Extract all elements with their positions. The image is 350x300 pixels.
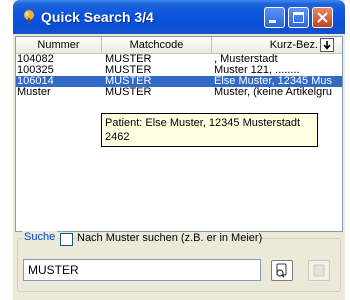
tree-icon bbox=[24, 10, 34, 24]
title-bar[interactable]: Quick Search 3/4 bbox=[13, 0, 345, 34]
cell-nummer: 106014 bbox=[17, 76, 54, 87]
minimize-icon bbox=[269, 20, 276, 23]
cell-matchcode: MUSTER bbox=[105, 65, 152, 76]
search-group: Suche Nach Muster suchen (z.B. er in Mei… bbox=[17, 231, 341, 292]
tooltip-line-2: 2462 bbox=[105, 131, 130, 143]
ok-icon bbox=[313, 264, 325, 277]
sort-button[interactable] bbox=[320, 38, 334, 52]
pattern-search-label[interactable]: Nach Muster suchen (z.B. er in Meier) bbox=[77, 232, 263, 244]
cell-kurzbez: , Musterstadt bbox=[214, 54, 278, 65]
quick-search-window: Quick Search 3/4 Nummer Matchcode Kurz-B… bbox=[13, 0, 345, 300]
search-binoculars-icon bbox=[276, 263, 287, 278]
list-row-2-selected[interactable]: 106014 MUSTER Else Muster, 12345 Mus bbox=[16, 76, 342, 87]
close-icon bbox=[317, 12, 328, 23]
tooltip-line-1: Patient: Else Muster, 12345 Musterstadt bbox=[105, 117, 301, 129]
cell-kurzbez: Muster 121, ........ bbox=[214, 65, 300, 76]
cell-nummer: 104082 bbox=[17, 54, 54, 65]
maximize-icon bbox=[293, 12, 304, 23]
arrow-down-icon bbox=[323, 41, 331, 50]
row-tooltip: Patient: Else Muster, 12345 Musterstadt … bbox=[101, 113, 318, 147]
search-input[interactable] bbox=[23, 259, 261, 281]
cell-kurzbez: Else Muster, 12345 Mus bbox=[214, 76, 333, 87]
maximize-button[interactable] bbox=[288, 7, 309, 28]
cell-matchcode: MUSTER bbox=[105, 54, 152, 65]
list-header: Nummer Matchcode Kurz-Bez. bbox=[16, 37, 342, 54]
search-button[interactable] bbox=[271, 260, 293, 281]
window-title: Quick Search 3/4 bbox=[41, 9, 154, 25]
column-header-nummer[interactable]: Nummer bbox=[16, 37, 102, 53]
close-button[interactable] bbox=[312, 7, 333, 28]
ok-button-disabled[interactable] bbox=[308, 260, 330, 281]
cell-matchcode: MUSTER bbox=[105, 87, 152, 98]
minimize-button[interactable] bbox=[264, 7, 285, 28]
list-row-0[interactable]: 104082 MUSTER , Musterstadt bbox=[16, 54, 342, 65]
list-row-1[interactable]: 100325 MUSTER Muster 121, ........ bbox=[16, 65, 342, 76]
cell-nummer: 100325 bbox=[17, 65, 54, 76]
column-header-matchcode[interactable]: Matchcode bbox=[102, 37, 212, 53]
pattern-search-checkbox[interactable] bbox=[60, 233, 73, 246]
cell-kurzbez: Muster, (keine Artikelgru bbox=[214, 87, 332, 98]
search-legend: Suche bbox=[22, 231, 58, 243]
cell-nummer: Muster bbox=[17, 87, 51, 98]
cell-matchcode: MUSTER bbox=[105, 76, 152, 87]
list-row-3[interactable]: Muster MUSTER Muster, (keine Artikelgru bbox=[16, 87, 342, 98]
